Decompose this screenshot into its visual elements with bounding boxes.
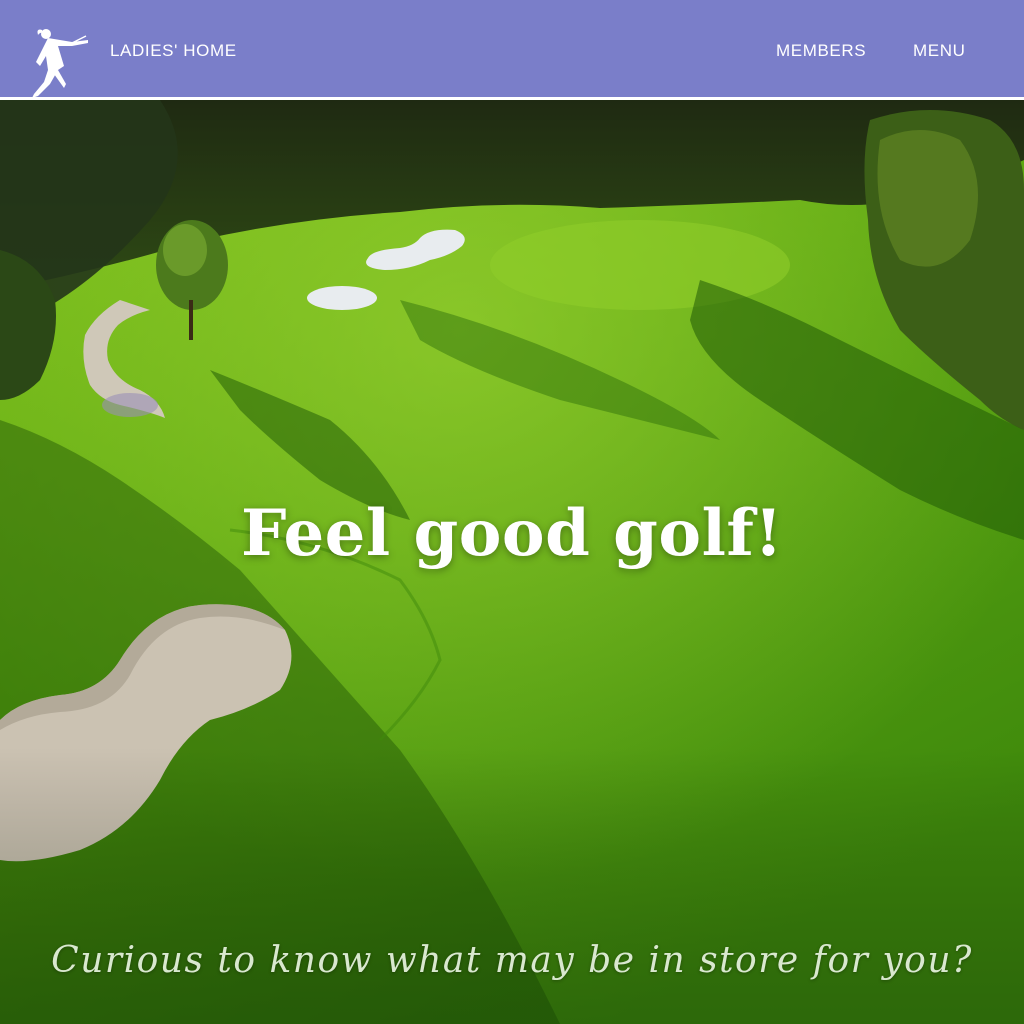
site-header: LADIES' HOME MEMBERS MENU — [0, 0, 1024, 100]
nav-menu-link[interactable]: MENU — [913, 41, 965, 61]
hero-tagline: Curious to know what may be in store for… — [51, 940, 973, 981]
female-golfer-logo-icon[interactable] — [28, 26, 90, 98]
ladies-home-link[interactable]: LADIES' HOME — [110, 41, 237, 61]
hero-headline: Feel good golf! — [241, 496, 783, 571]
nav-members-link[interactable]: MEMBERS — [776, 41, 866, 61]
hero-section: Feel good golf! Curious to know what may… — [0, 100, 1024, 1024]
